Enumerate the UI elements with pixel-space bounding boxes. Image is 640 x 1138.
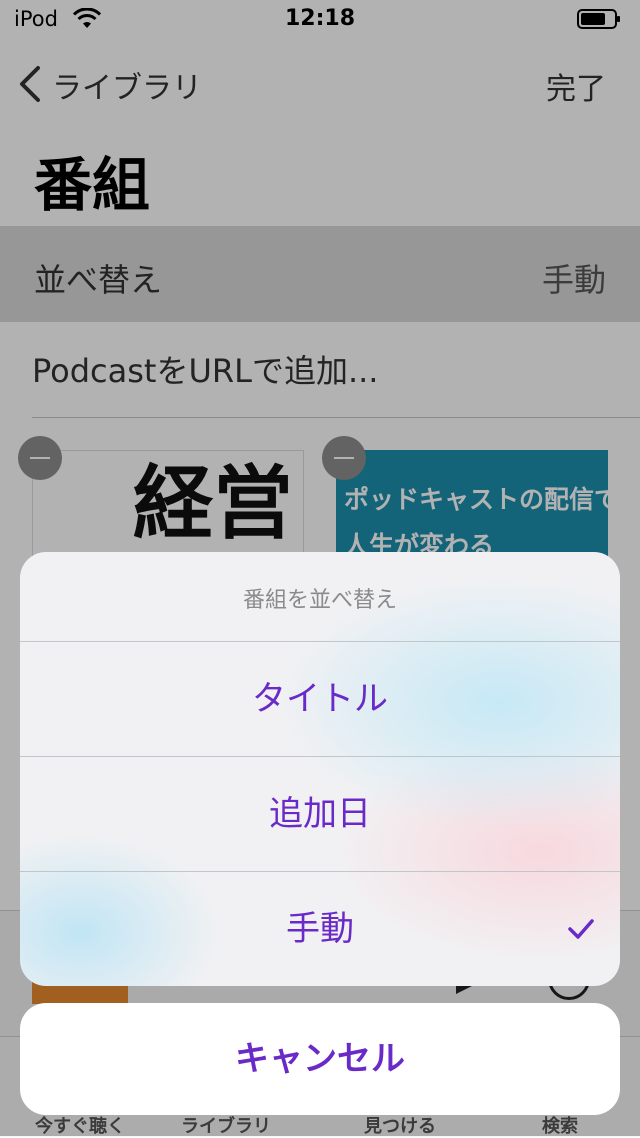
checkmark-icon — [568, 919, 594, 939]
action-sheet-title: 番組を並べ替え — [242, 588, 397, 613]
sort-option-title[interactable]: タイトル — [20, 642, 620, 757]
sort-action-sheet: 番組を並べ替え タイトル 追加日 手動 — [20, 552, 620, 986]
sort-option-date-added[interactable]: 追加日 — [20, 757, 620, 872]
sort-option-manual[interactable]: 手動 — [20, 872, 620, 986]
cancel-button[interactable]: キャンセル — [20, 1003, 620, 1115]
